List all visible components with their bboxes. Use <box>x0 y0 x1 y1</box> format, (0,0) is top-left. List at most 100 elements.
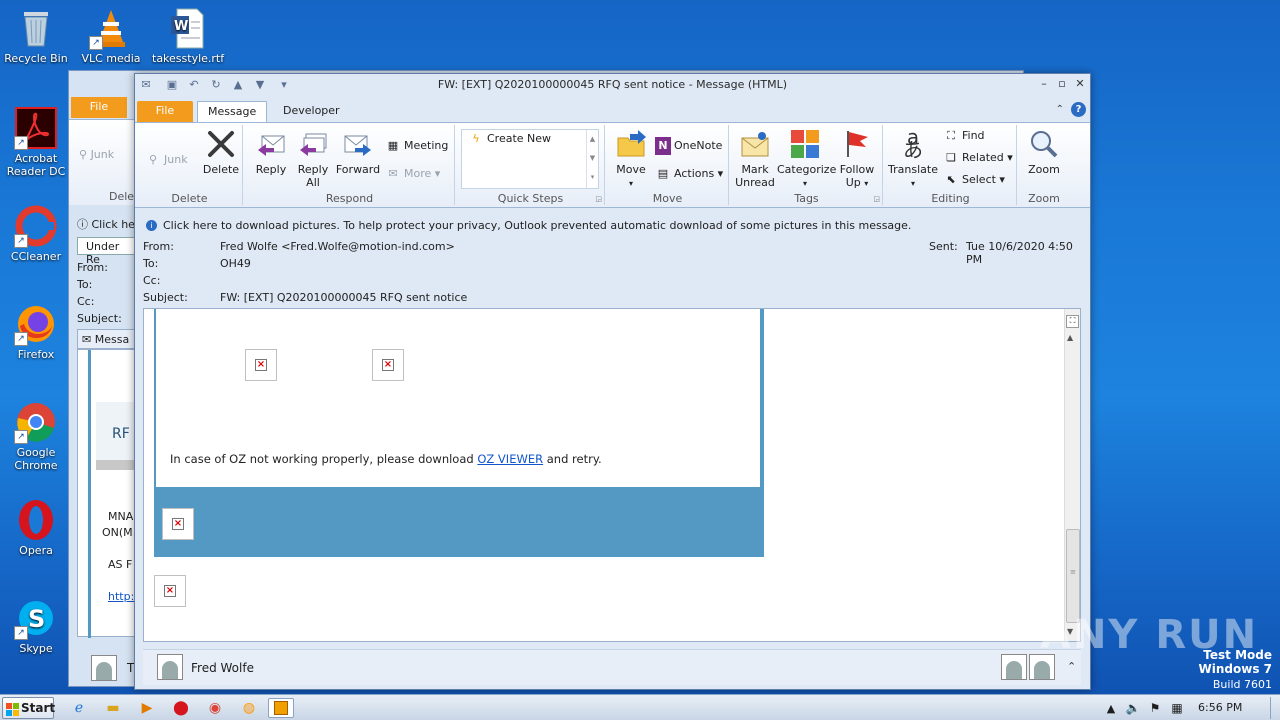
tab-developer[interactable]: Developer <box>273 101 350 122</box>
back-infobar[interactable]: ⓘ Click he <box>77 216 135 232</box>
scroll-up-icon[interactable]: ▲ <box>1067 333 1073 342</box>
desktop-icon-ccleaner[interactable]: ↗ CCleaner <box>1 204 71 263</box>
back-file-tab[interactable]: File <box>71 97 127 118</box>
mark-unread-button[interactable]: Mark Unread <box>733 129 777 189</box>
back-junk[interactable]: ⚲ Junk <box>79 148 114 161</box>
reply-button[interactable]: Reply <box>253 129 289 176</box>
network-icon[interactable]: ▦ <box>1166 698 1188 718</box>
tags-group-label: Tags <box>794 192 819 205</box>
desktop-icon-label: Acrobat Reader DC <box>6 152 66 178</box>
zoom-button[interactable]: Zoom <box>1023 129 1065 176</box>
reply-all-button[interactable]: Reply All <box>293 129 333 189</box>
follow-up-button[interactable]: Follow Up ▾ <box>835 129 879 190</box>
help-icon[interactable]: ? <box>1071 102 1086 117</box>
tab-file[interactable]: File <box>137 101 193 122</box>
desktop-icon-vlc[interactable]: ↗ VLC media <box>76 6 146 65</box>
calendar-icon: ▦ <box>387 139 399 152</box>
cursor-icon: ⬉ <box>946 173 956 186</box>
build-label: Build 7601 <box>1212 678 1272 691</box>
gallery-scroll-icon[interactable]: ▲ ▼ ▾ <box>586 130 598 188</box>
maximize-icon[interactable]: ▫ <box>1054 77 1070 91</box>
firefox-taskbar-icon[interactable]: ◍ <box>238 698 260 718</box>
tab-message[interactable]: Message <box>197 101 268 122</box>
onenote-button[interactable]: N OneNote <box>655 137 722 155</box>
desktop-icon-skype[interactable]: S ↗ Skype <box>1 596 71 655</box>
shortcut-arrow-icon: ↗ <box>14 430 28 444</box>
delete-button[interactable]: Delete <box>201 129 241 176</box>
collapse-ribbon-icon[interactable]: ⌃ <box>1056 104 1064 115</box>
media-player-icon[interactable]: ▶ <box>136 698 158 718</box>
oz-viewer-link[interactable]: OZ VIEWER <box>477 452 543 466</box>
people-pane[interactable]: Fred Wolfe ⌃ <box>143 649 1081 685</box>
scroll-corner-icon[interactable]: ⛶ <box>1066 315 1079 328</box>
move-button[interactable]: Move ▾ <box>611 129 651 190</box>
from-value[interactable]: Fred Wolfe <Fred.Wolfe@motion-ind.com> <box>220 240 455 253</box>
desktop-icon-recycle-bin[interactable]: Recycle Bin <box>1 6 71 65</box>
title-bar: ✉ ▣ ↶ ↻ ▲ ▼ ▾ FW: [EXT] Q2020100000045 R… <box>135 74 1090 96</box>
desktop-icon-label: Firefox <box>17 348 55 361</box>
outlook-taskbar-icon[interactable] <box>268 698 294 718</box>
flag-tray-icon[interactable]: ⚑ <box>1144 698 1166 718</box>
meeting-button[interactable]: ▦ Meeting <box>385 137 449 155</box>
opera-icon <box>14 498 58 542</box>
broken-image-icon[interactable]: × <box>372 349 404 381</box>
message-body[interactable]: × × In case of OZ not working properly, … <box>143 308 1081 642</box>
desktop-icon-chrome[interactable]: ↗ Google Chrome <box>1 400 71 472</box>
back-message-tab[interactable]: ✉ Messa <box>77 329 135 349</box>
back-people-avatar <box>91 655 117 681</box>
scroll-thumb[interactable]: ≡ <box>1066 529 1080 623</box>
system-tray: ▲ 🔈 ⚑ ▦ 6:56 PM <box>1100 695 1280 720</box>
translate-button[interactable]: aあ Translate ▾ <box>887 127 939 190</box>
minimize-icon[interactable]: – <box>1036 77 1052 91</box>
shortcut-arrow-icon: ↗ <box>14 626 28 640</box>
desktop-icon-rtf[interactable]: W takesstyle.rtf <box>152 6 224 65</box>
more-button[interactable]: ✉ More ▾ <box>385 165 440 183</box>
desktop-icon-label: VLC media <box>81 52 141 65</box>
desktop-icon-opera[interactable]: Opera <box>1 498 71 557</box>
shortcut-arrow-icon: ↗ <box>14 136 28 150</box>
word-document-icon: W <box>165 6 209 50</box>
clock[interactable]: 6:56 PM <box>1198 701 1242 714</box>
delete-group-label: Delete <box>171 192 208 205</box>
forward-button[interactable]: Forward <box>335 129 381 176</box>
explorer-folder-icon[interactable]: ▬ <box>102 698 124 718</box>
related-button[interactable]: ❏ Related ▾ <box>943 149 1013 167</box>
dialog-launcher-icon[interactable]: ◲ <box>595 195 602 203</box>
ie-icon[interactable]: ℯ <box>68 698 90 718</box>
chrome-taskbar-icon[interactable]: ◉ <box>204 698 226 718</box>
ccleaner-icon: ↗ <box>14 204 58 248</box>
sender-name[interactable]: Fred Wolfe <box>191 661 254 675</box>
categorize-button[interactable]: Categorize ▾ <box>777 129 836 190</box>
back-to-label: To: <box>77 278 93 291</box>
respond-group: Reply Reply All Forward ▦ Meeting ✉ More ▾ … <box>245 125 455 205</box>
quick-steps-gallery[interactable]: ϟ Create New ▲ ▼ ▾ <box>461 129 599 189</box>
close-icon[interactable]: ✕ <box>1072 77 1088 91</box>
actions-button[interactable]: ▤ Actions ▾ <box>655 165 723 183</box>
opera-taskbar-icon[interactable]: ⬤ <box>170 698 192 718</box>
expand-people-pane-icon[interactable]: ⌃ <box>1067 660 1076 673</box>
people-avatar-icon[interactable] <box>1001 654 1027 680</box>
back-dropdown[interactable]: Under Re <box>77 237 135 266</box>
sender-avatar[interactable] <box>157 654 183 680</box>
desktop-icon-acrobat[interactable]: ↗ Acrobat Reader DC <box>1 106 71 178</box>
start-button[interactable]: Start <box>2 697 55 719</box>
from-label: From: <box>143 240 174 253</box>
tags-dialog-launcher-icon[interactable]: ◲ <box>873 195 880 203</box>
find-button[interactable]: ⛶ Find <box>943 127 984 145</box>
broken-image-icon[interactable]: × <box>245 349 277 381</box>
to-value[interactable]: OH49 <box>220 257 251 270</box>
shortcut-arrow-icon: ↗ <box>89 36 103 50</box>
create-new-quick-step[interactable]: ϟ Create New <box>468 130 551 148</box>
vertical-scrollbar[interactable]: ⛶ ▲ ≡ ▼ <box>1064 309 1080 641</box>
junk-button[interactable]: ⚲ Junk <box>145 151 188 169</box>
broken-image-icon[interactable]: × <box>162 508 194 540</box>
tray-expand-icon[interactable]: ▲ <box>1100 698 1122 718</box>
show-desktop-button[interactable] <box>1270 697 1280 719</box>
download-pictures-infobar[interactable]: i Click here to download pictures. To he… <box>135 209 1090 243</box>
message-window[interactable]: ✉ ▣ ↶ ↻ ▲ ▼ ▾ FW: [EXT] Q2020100000045 R… <box>134 73 1091 690</box>
broken-image-icon[interactable]: × <box>154 575 186 607</box>
volume-icon[interactable]: 🔈 <box>1122 698 1144 718</box>
desktop-icon-firefox[interactable]: ↗ Firefox <box>1 302 71 361</box>
select-button[interactable]: ⬉ Select ▾ <box>943 171 1005 189</box>
forward-icon <box>342 129 374 159</box>
